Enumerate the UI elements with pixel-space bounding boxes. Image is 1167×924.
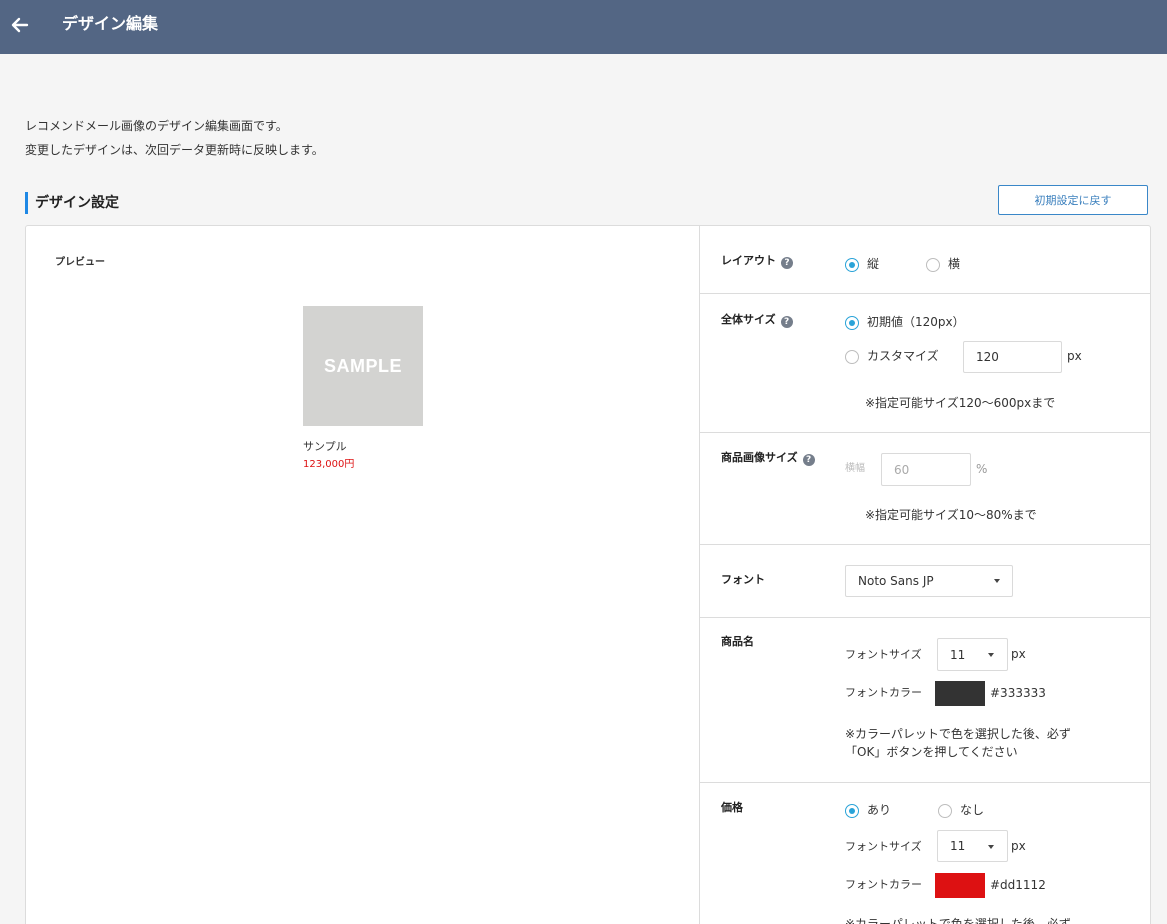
top-bar: デザイン編集: [0, 0, 1167, 54]
price-label: 価格: [721, 801, 743, 814]
size-default-label: 初期値（120px）: [867, 315, 965, 329]
row-divider: [700, 782, 1150, 783]
image-width-label: 横幅: [845, 463, 865, 474]
image-size-label: 商品画像サイズ?: [721, 451, 815, 466]
price-font-color-label: フォントカラー: [845, 878, 922, 891]
row-divider: [700, 617, 1150, 618]
price-show-radio[interactable]: [845, 804, 859, 818]
price-font-size-unit: px: [1011, 839, 1026, 853]
price-font-size-select[interactable]: 11: [937, 830, 1008, 862]
sample-image-text: SAMPLE: [323, 355, 402, 376]
section-title: デザイン設定: [25, 192, 119, 214]
product-name-label: 商品名: [721, 635, 754, 648]
name-font-size-value: 11: [950, 647, 966, 662]
back-arrow-icon[interactable]: [8, 13, 32, 37]
price-font-size-label: フォントサイズ: [845, 840, 922, 853]
chevron-down-icon: [994, 579, 1000, 583]
image-width-unit: %: [976, 462, 988, 476]
price-color-swatch[interactable]: [935, 873, 985, 898]
name-color-note-2: 「OK」ボタンを押してください: [845, 745, 1018, 759]
preview-product-price: 123,000円: [303, 459, 355, 470]
row-divider: [700, 293, 1150, 294]
size-custom-radio[interactable]: [845, 350, 859, 364]
help-icon[interactable]: ?: [802, 454, 815, 466]
help-icon[interactable]: ?: [781, 257, 793, 269]
size-note: ※指定可能サイズ120〜600pxまで: [865, 396, 1056, 410]
total-size-label: 全体サイズ?: [721, 313, 793, 328]
image-size-note: ※指定可能サイズ10〜80%まで: [865, 508, 1037, 522]
panel-divider: [699, 226, 700, 924]
chevron-down-icon: [988, 653, 994, 657]
row-divider: [700, 432, 1150, 433]
name-font-size-unit: px: [1011, 647, 1026, 661]
size-default-radio[interactable]: [845, 316, 859, 330]
row-divider: [700, 544, 1150, 545]
size-custom-label: カスタマイズ: [867, 349, 939, 363]
preview-product-name: サンプル: [303, 440, 347, 453]
intro-line-1: レコメンドメール画像のデザイン編集画面です。: [25, 119, 288, 133]
layout-vertical-radio[interactable]: [845, 258, 859, 272]
price-hide-label: なし: [960, 803, 985, 817]
price-hide-radio[interactable]: [938, 804, 952, 818]
price-color-hex: #dd1112: [990, 878, 1046, 892]
name-font-color-label: フォントカラー: [845, 686, 922, 699]
name-color-swatch[interactable]: [935, 681, 985, 706]
name-font-size-label: フォントサイズ: [845, 648, 922, 661]
intro-line-2: 変更したデザインは、次回データ更新時に反映します。: [25, 143, 324, 157]
layout-label: レイアウト?: [721, 254, 793, 269]
name-color-hex: #333333: [990, 686, 1046, 700]
price-font-size-value: 11: [950, 839, 966, 853]
price-color-note-1: ※カラーパレットで色を選択した後、必ず: [845, 917, 1071, 924]
font-select-value: Noto Sans JP: [858, 574, 934, 588]
chevron-down-icon: [988, 845, 994, 849]
help-icon[interactable]: ?: [780, 316, 793, 328]
layout-horizontal-label: 横: [948, 257, 961, 271]
preview-label: プレビュー: [55, 257, 105, 268]
reset-defaults-button[interactable]: 初期設定に戻す: [998, 185, 1148, 215]
layout-vertical-label: 縦: [867, 257, 880, 271]
sample-image: SAMPLE: [303, 306, 423, 426]
font-select[interactable]: Noto Sans JP: [845, 565, 1013, 597]
page-title: デザイン編集: [62, 14, 159, 33]
font-label: フォント: [721, 573, 765, 586]
name-font-size-select[interactable]: 11: [937, 638, 1008, 671]
custom-size-input[interactable]: 120: [963, 341, 1062, 373]
name-color-note-1: ※カラーパレットで色を選択した後、必ず: [845, 727, 1071, 741]
layout-horizontal-radio[interactable]: [926, 258, 940, 272]
image-width-input[interactable]: 60: [881, 453, 971, 486]
price-show-label: あり: [867, 803, 892, 817]
size-unit: px: [1067, 349, 1082, 363]
